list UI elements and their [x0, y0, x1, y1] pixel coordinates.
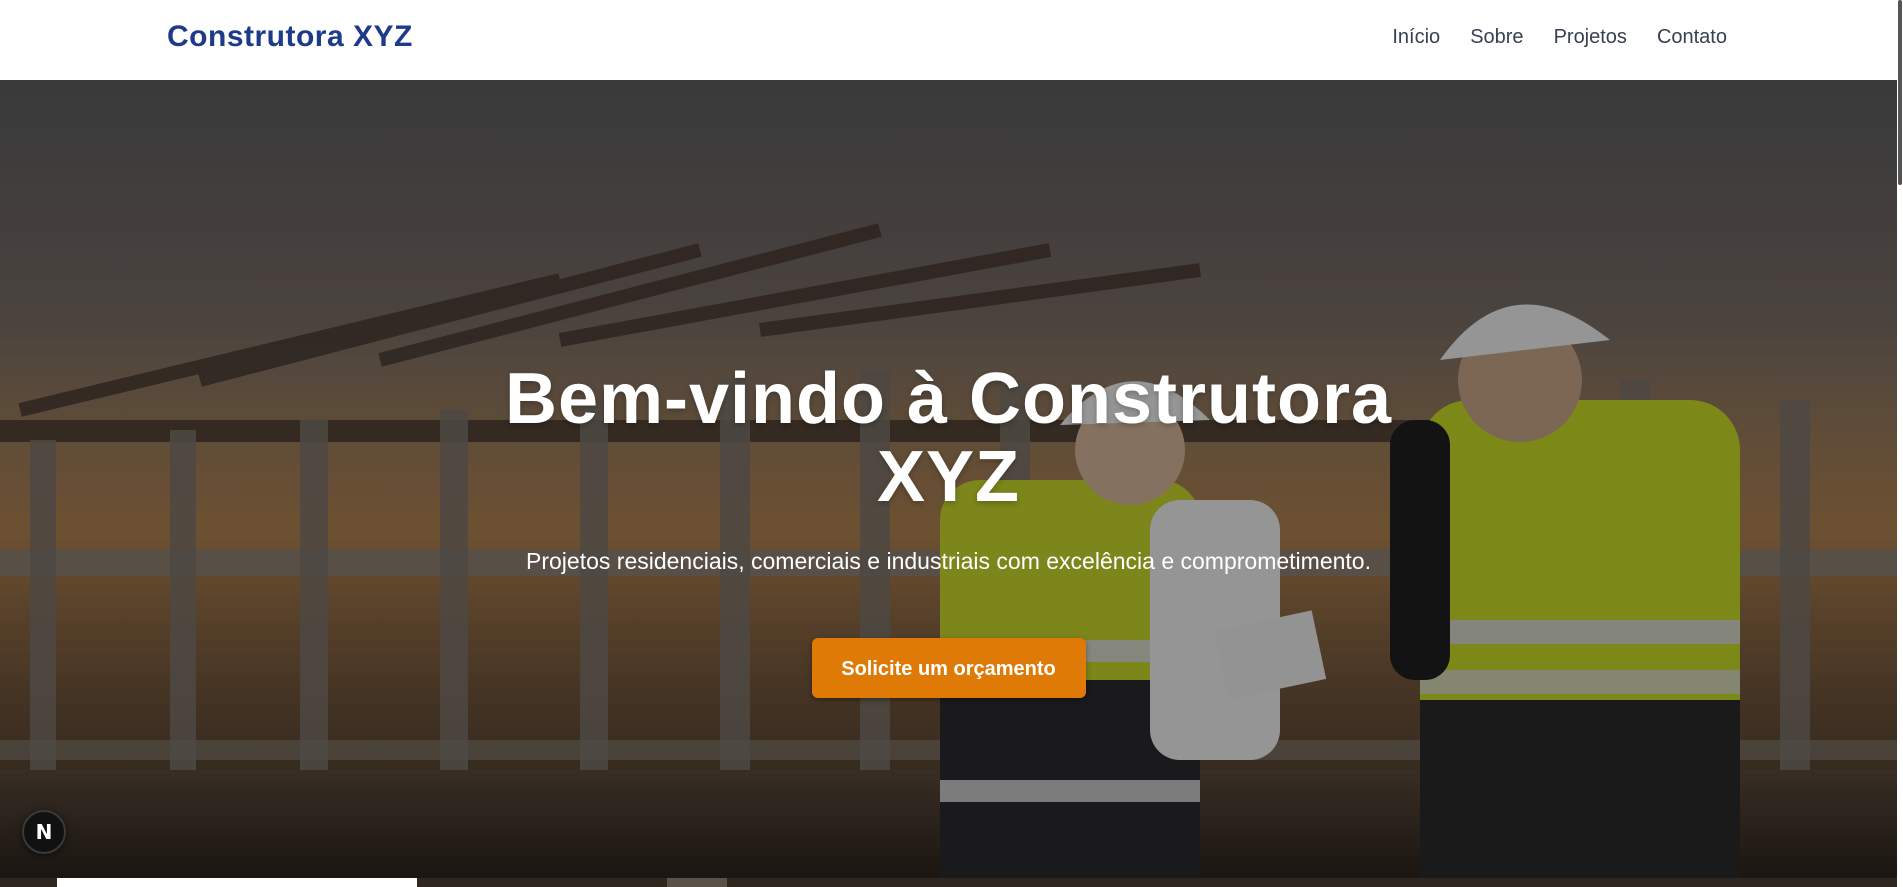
nav-link-sobre[interactable]: Sobre [1470, 26, 1523, 49]
preview-card [667, 878, 727, 887]
preview-card [57, 878, 417, 887]
hero-title: Bem-vindo à Construtora XYZ [504, 359, 1393, 517]
nextjs-dev-badge[interactable]: N [22, 810, 66, 854]
nav-link-inicio[interactable]: Início [1392, 26, 1440, 49]
site-header: Construtora XYZ Início Sobre Projetos Co… [0, 0, 1903, 80]
scrollbar-thumb[interactable] [1898, 0, 1902, 185]
nav-link-contato[interactable]: Contato [1657, 26, 1727, 49]
request-quote-button[interactable]: Solicite um orçamento [811, 638, 1086, 698]
main-nav: Início Sobre Projetos Contato [1392, 26, 1727, 49]
nextjs-icon: N [35, 820, 53, 844]
page: Construtora XYZ Início Sobre Projetos Co… [0, 0, 1903, 887]
brand-logo[interactable]: Construtora XYZ [167, 20, 413, 54]
nav-link-projetos[interactable]: Projetos [1554, 26, 1627, 49]
hero-section: Bem-vindo à Construtora XYZ Projetos res… [0, 80, 1897, 878]
next-section-preview [0, 878, 1897, 887]
page-scrollbar[interactable] [1897, 0, 1903, 887]
hero-subtitle: Projetos residenciais, comerciais e indu… [526, 548, 1371, 574]
hero-content: Bem-vindo à Construtora XYZ Projetos res… [0, 360, 1897, 698]
